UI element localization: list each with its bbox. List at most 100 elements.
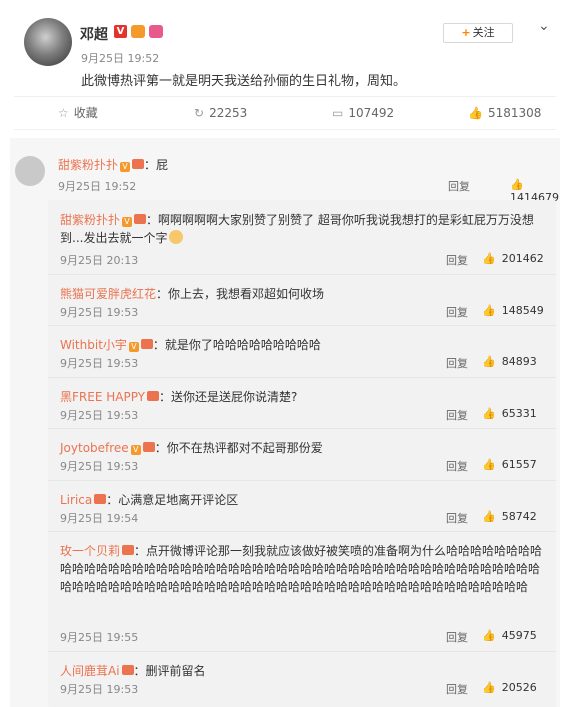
like-count: 45975 — [501, 629, 537, 642]
replier-name[interactable]: 人间鹿茸Ai — [60, 664, 120, 678]
reply-like-button[interactable]: 👍 84893 — [482, 355, 537, 368]
replier-name[interactable]: 熊猫可爱胖虎红花 — [60, 287, 156, 301]
verified-badge-icon: V — [122, 217, 133, 227]
reply-button[interactable]: 回复 — [448, 178, 470, 194]
reply-like-button[interactable]: 👍 58742 — [482, 510, 537, 523]
reply-button[interactable]: 回复 — [446, 407, 468, 423]
reply-body: 黑FREE HAPPY ：送你还是送屁你说清楚? — [60, 388, 548, 406]
member-badge-icon — [134, 214, 147, 224]
repost-icon: ↻ — [194, 106, 205, 120]
reply-like-button[interactable]: 👍 61557 — [482, 458, 537, 471]
star-icon: ☆ — [58, 106, 69, 120]
author-name[interactable]: 邓超 — [80, 24, 108, 44]
chevron-down-icon[interactable]: ⌄ — [538, 18, 550, 34]
thumbs-up-icon: 👍 — [482, 681, 496, 694]
weibo-post: 邓超 V 9月25日 19:52 此微博热评第一就是明天我送给孙俪的生日礼物，周… — [0, 0, 570, 89]
like-count: 58742 — [501, 510, 537, 523]
follow-label: 关注 — [472, 26, 495, 39]
reply-item: 玫一个贝莉 ：点开微博评论那一刻我就应该做好被笑喷的准备啊为什么哈哈哈哈哈哈哈哈哈… — [48, 531, 556, 652]
thumbs-up-icon: 👍 — [468, 106, 483, 120]
post-text: 此微博热评第一就是明天我送给孙俪的生日礼物，周知。 — [81, 74, 407, 89]
reply-like-button[interactable]: 👍 20526 — [482, 681, 537, 694]
reply-item: 人间鹿茸Ai ：删评前留名 9月25日 19:53 回复 👍 20526 — [48, 651, 556, 707]
comment-icon: ▭ — [332, 106, 344, 120]
reply-time: 9月25日 19:53 — [60, 460, 139, 473]
commenter-avatar[interactable] — [15, 156, 45, 186]
member-badge-icon — [140, 339, 153, 349]
reply-item: Joytobefree V ：你不在热评都对不起哥那份爱 9月25日 19:53 回… — [48, 428, 556, 481]
comment-section: 甜紫粉扑扑 V ：屁 9月25日 19:52 回复 👍1414679 甜紫粉扑扑 V：… — [10, 138, 560, 707]
commenter-name[interactable]: 甜紫粉扑扑 — [58, 158, 118, 172]
reply-item: 黑FREE HAPPY ：送你还是送屁你说清楚? 9月25日 19:53 回复 👍… — [48, 377, 556, 429]
smile-emoji-icon — [169, 230, 184, 244]
reply-text: ：删评前留名 — [133, 664, 206, 678]
member-badge-icon — [122, 545, 135, 555]
reply-button[interactable]: 回复 — [446, 629, 468, 645]
reply-thread: 甜紫粉扑扑 V ：啊啊啊啊啊大家别赞了别赞了 超哥你听我说我想打的是彩虹屁万万没想到… — [48, 200, 556, 707]
reply-like-button[interactable]: 👍 201462 — [482, 252, 544, 265]
reply-time: 9月25日 19:54 — [60, 512, 139, 525]
reply-button[interactable]: 回复 — [446, 252, 468, 268]
replier-name[interactable]: 玫一个贝莉 — [60, 544, 120, 558]
member-badge-icon — [132, 159, 145, 169]
replier-name[interactable]: 甜紫粉扑扑 — [60, 213, 120, 227]
like-count: 20526 — [501, 681, 537, 694]
repost-count: 22253 — [209, 106, 248, 120]
like-count: 5181308 — [487, 106, 542, 120]
reply-item: Withbit小宇 V ：就是你了哈哈哈哈哈哈哈哈哈 9月25日 19:53 回复 … — [48, 325, 556, 378]
reply-text: ：你上去，我想看邓超如何收场 — [156, 287, 325, 301]
thumbs-up-icon: 👍 — [482, 304, 496, 317]
comment-button[interactable]: ▭ 107492 — [332, 97, 394, 129]
post-action-bar: ☆ 收藏 ↻ 22253 ▭ 107492 👍 5181308 — [14, 96, 556, 130]
verified-badge-icon: V — [120, 162, 131, 172]
reply-like-button[interactable]: 👍 65331 — [482, 407, 537, 420]
reply-body: Lirica ：心满意足地离开评论区 — [60, 491, 548, 509]
reply-button[interactable]: 回复 — [446, 510, 468, 526]
thumbs-up-icon: 👍 — [482, 252, 496, 265]
reply-text: ：你不在热评都对不起哥那份爱 — [154, 441, 323, 455]
like-count: 201462 — [501, 252, 544, 265]
reply-body: 甜紫粉扑扑 V ：啊啊啊啊啊大家别赞了别赞了 超哥你听我说我想打的是彩虹屁万万没想到… — [60, 211, 548, 247]
like-count: 65331 — [501, 407, 537, 420]
post-time[interactable]: 9月25日 19:52 — [81, 50, 159, 66]
reply-body: Withbit小宇 V ：就是你了哈哈哈哈哈哈哈哈哈 — [60, 336, 548, 354]
reply-button[interactable]: 回复 — [446, 458, 468, 474]
reply-time: 9月25日 19:53 — [60, 409, 139, 422]
comment-count: 107492 — [348, 106, 395, 120]
plus-icon: + — [461, 26, 471, 39]
replier-name[interactable]: Withbit小宇 — [60, 338, 127, 352]
reply-body: 熊猫可爱胖虎红花：你上去，我想看邓超如何收场 — [60, 285, 548, 303]
reply-text: ：心满意足地离开评论区 — [106, 493, 239, 507]
like-count: 61557 — [501, 458, 537, 471]
reply-text: ：送你还是送屁你说清楚? — [159, 390, 298, 404]
replier-name[interactable]: Joytobefree — [60, 441, 129, 455]
top-comment: 甜紫粉扑扑 V ：屁 9月25日 19:52 回复 👍1414679 — [10, 138, 560, 204]
author-avatar[interactable] — [24, 18, 72, 66]
reply-body: Joytobefree V ：你不在热评都对不起哥那份爱 — [60, 439, 548, 457]
thumbs-up-icon: 👍 — [482, 407, 496, 420]
comment-body: 甜紫粉扑扑 V ：屁 — [58, 156, 168, 173]
collect-button[interactable]: ☆ 收藏 — [58, 97, 98, 129]
reply-like-button[interactable]: 👍 148549 — [482, 304, 544, 317]
reply-button[interactable]: 回复 — [446, 681, 468, 697]
reply-button[interactable]: 回复 — [446, 304, 468, 320]
replier-name[interactable]: Lirica — [60, 493, 92, 507]
reply-time: 9月25日 19:53 — [60, 357, 139, 370]
thumbs-up-icon: 👍 — [482, 510, 496, 523]
thumbs-up-icon: 👍 — [482, 355, 496, 368]
member-badge-icon — [94, 494, 107, 504]
member-badge-icon — [147, 391, 159, 401]
repost-button[interactable]: ↻ 22253 — [194, 97, 247, 129]
member-badge-icon — [142, 442, 155, 452]
reply-body: 人间鹿茸Ai ：删评前留名 — [60, 662, 548, 680]
reply-like-button[interactable]: 👍 45975 — [482, 629, 537, 642]
reply-time: 9月25日 19:55 — [60, 631, 139, 644]
like-button[interactable]: 👍 5181308 — [468, 97, 541, 129]
follow-button[interactable]: + 关注 — [443, 23, 513, 43]
comment-time: 9月25日 19:52 — [58, 180, 137, 193]
replier-name[interactable]: 黑FREE HAPPY — [60, 390, 145, 404]
reply-button[interactable]: 回复 — [446, 355, 468, 371]
reply-time: 9月25日 19:53 — [60, 306, 139, 319]
thumbs-up-icon: 👍 — [482, 629, 496, 642]
like-count: 148549 — [501, 304, 544, 317]
